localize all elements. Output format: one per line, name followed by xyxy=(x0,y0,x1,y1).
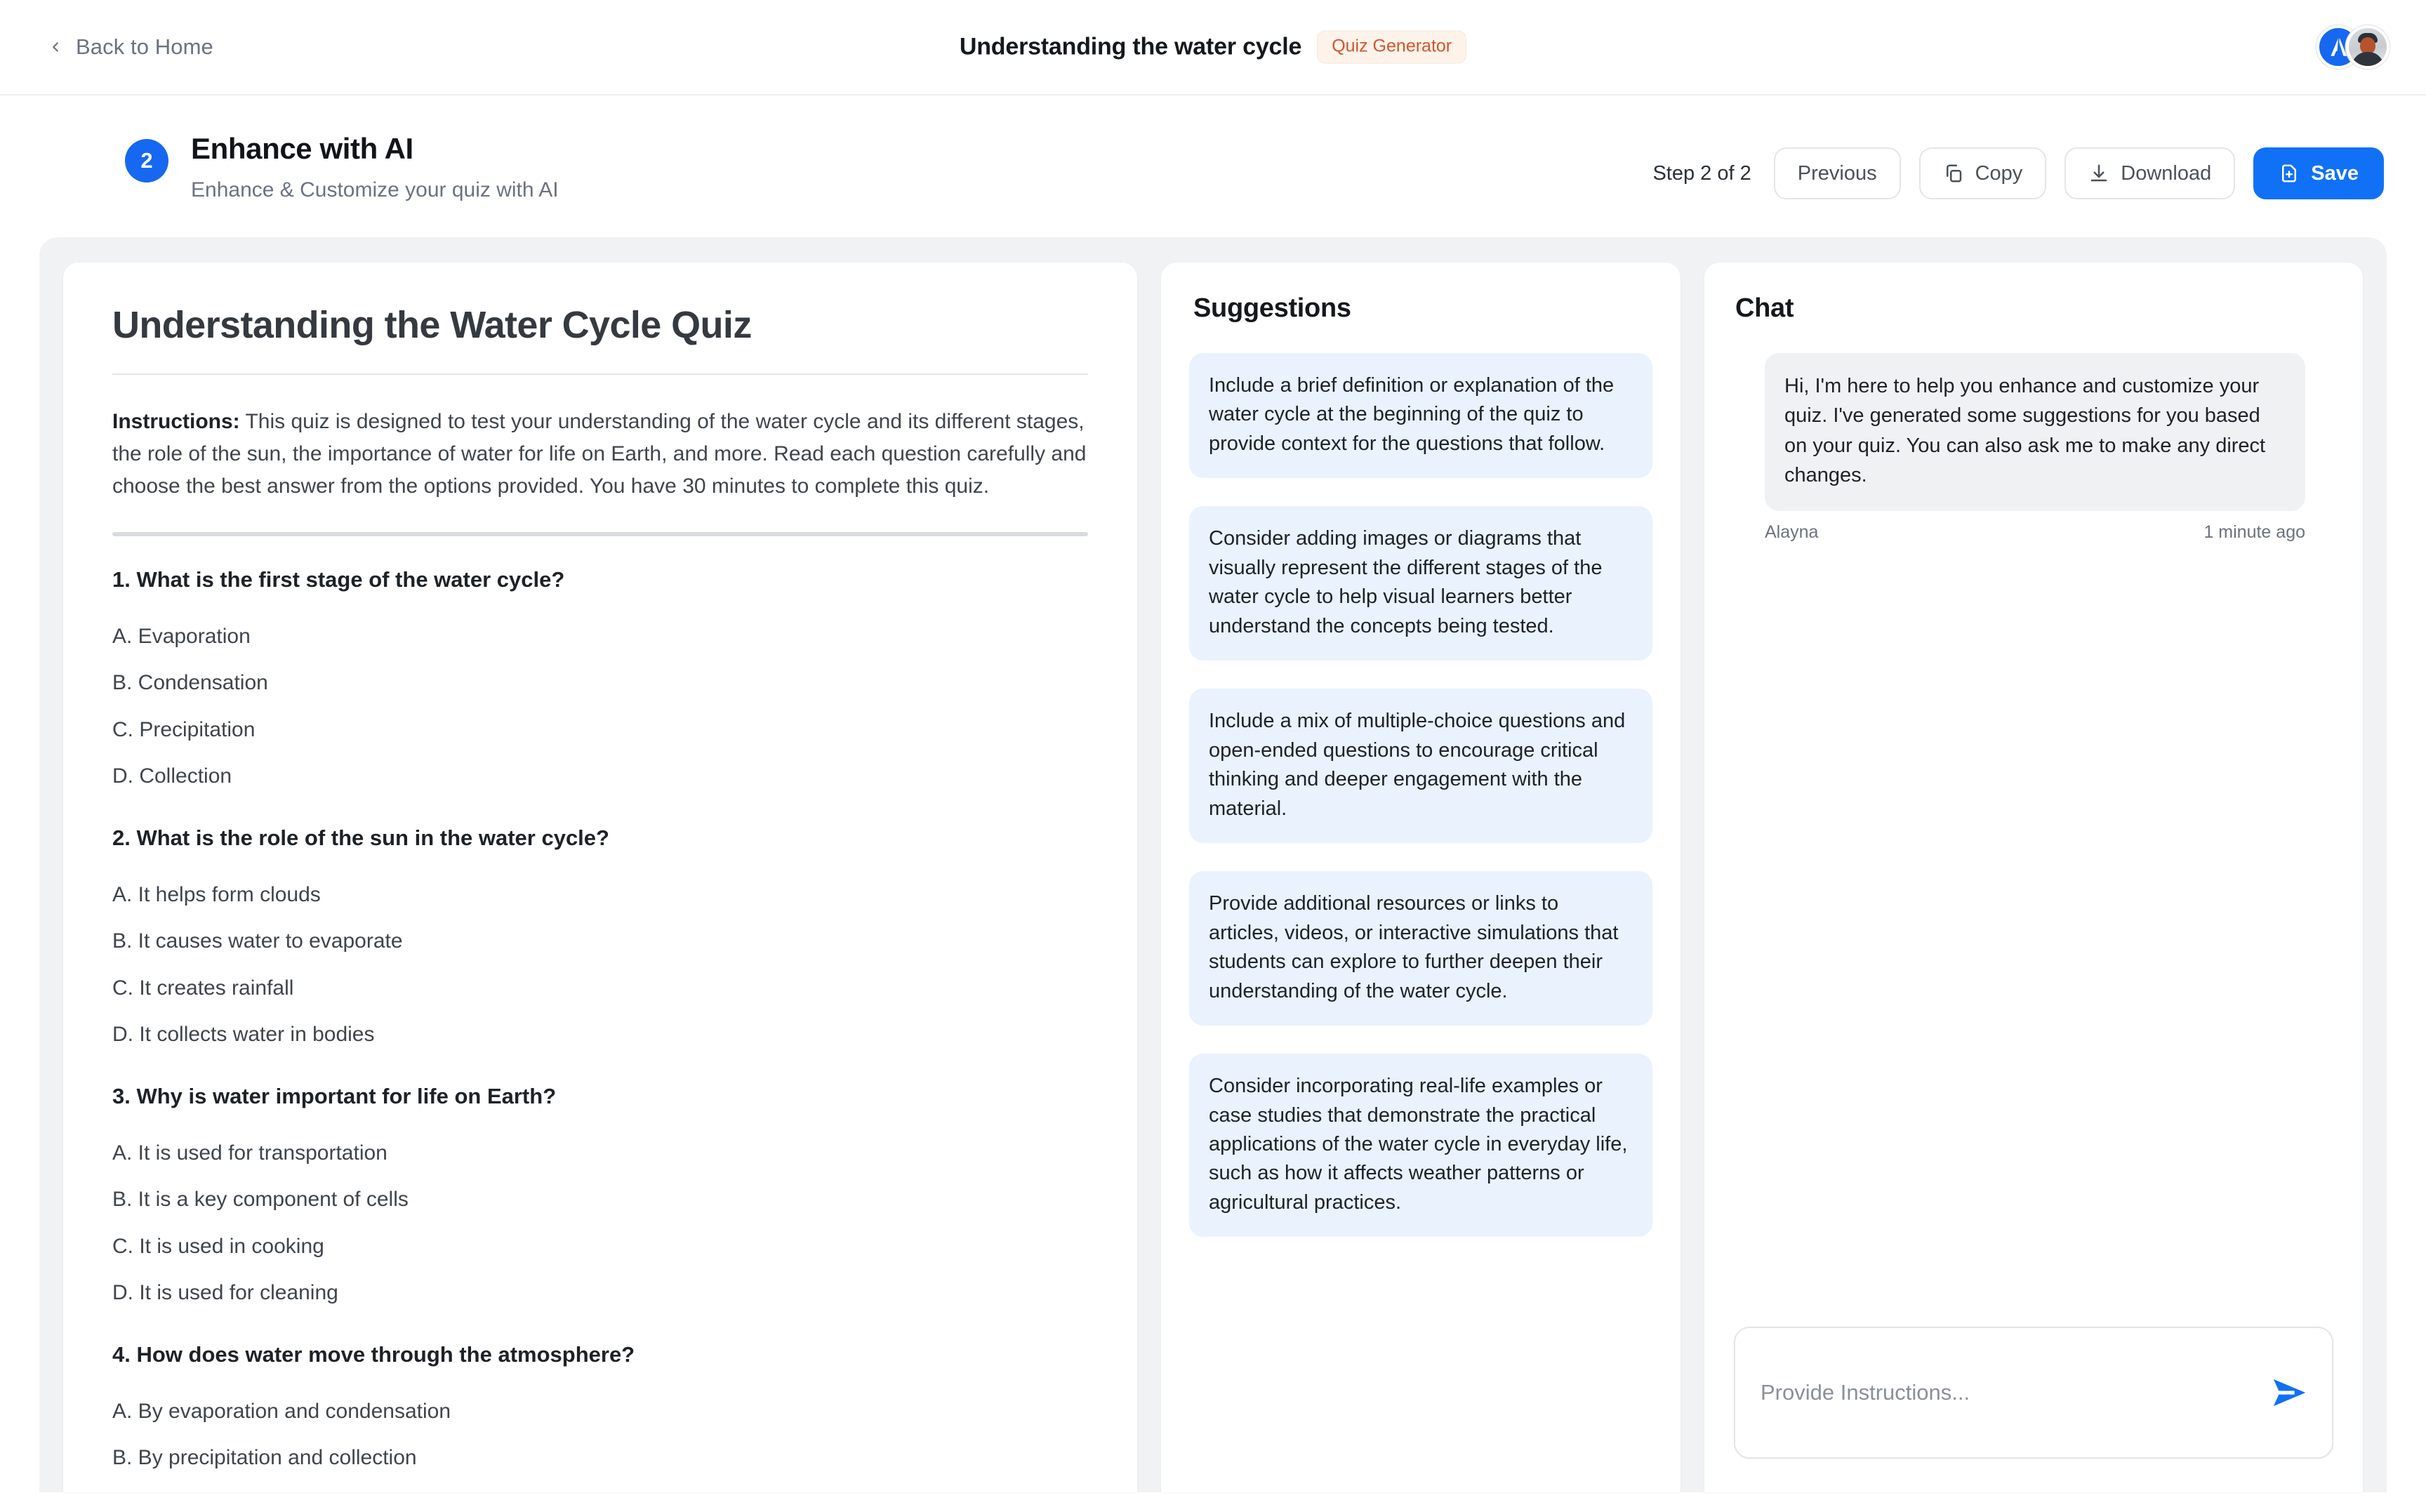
step-text-block: Enhance with AI Enhance & Customize your… xyxy=(191,132,559,202)
file-plus-icon xyxy=(2279,163,2300,184)
question-block: 4. How does water move through the atmos… xyxy=(112,1342,1088,1475)
previous-button-label: Previous xyxy=(1797,161,1877,185)
question-option: B. It causes water to evaporate xyxy=(112,929,403,953)
chat-author: Alayna xyxy=(1765,522,1819,543)
question-option: C. Precipitation xyxy=(112,717,256,741)
chat-message-bubble: Hi, I'm here to help you enhance and cus… xyxy=(1765,353,2305,512)
back-to-home-link[interactable]: Back to Home xyxy=(48,34,213,60)
avatar[interactable] xyxy=(2346,25,2389,69)
send-arrow-icon xyxy=(2267,1379,2311,1414)
question-option: A. It is used for transportation xyxy=(112,1141,387,1165)
step-subtitle: Enhance & Customize your quiz with AI xyxy=(191,178,559,202)
avatar-body xyxy=(2352,52,2384,66)
copy-icon xyxy=(1943,163,1964,184)
question-option: D. It collects water in bodies xyxy=(112,1023,375,1047)
top-bar: Back to Home Understanding the water cyc… xyxy=(0,0,2426,95)
send-button[interactable] xyxy=(2267,1373,2311,1412)
question-option: B. It is a key component of cells xyxy=(112,1188,409,1212)
chat-message-text: Hi, I'm here to help you enhance and cus… xyxy=(1784,375,2266,486)
question-option: C. It is used in cooking xyxy=(112,1234,324,1258)
suggestion-card[interactable]: Consider adding images or diagrams that … xyxy=(1189,506,1652,661)
question-prompt: 1. What is the first stage of the water … xyxy=(112,566,565,592)
download-icon xyxy=(2088,163,2109,184)
quiz-document-panel: Understanding the Water Cycle Quiz Instr… xyxy=(63,263,1137,1492)
download-button-label: Download xyxy=(2121,161,2212,185)
question-prompt: 2. What is the role of the sun in the wa… xyxy=(112,825,609,850)
suggestion-card[interactable]: Include a brief definition or explanatio… xyxy=(1189,353,1652,479)
question-option: A. It helps form clouds xyxy=(112,882,321,906)
toolbar: Step 2 of 2 Previous Copy Download Save xyxy=(1652,147,2384,199)
chat-timestamp: 1 minute ago xyxy=(2203,522,2305,543)
question-option: A. Evaporation xyxy=(112,624,251,648)
workspace: Understanding the Water Cycle Quiz Instr… xyxy=(39,237,2387,1492)
question-block: 2. What is the role of the sun in the wa… xyxy=(112,825,1088,1052)
chat-heading: Chat xyxy=(1735,293,1794,323)
instructions-text: This quiz is designed to test your under… xyxy=(112,410,1087,498)
avatar-group[interactable] xyxy=(2316,25,2389,69)
suggestion-card[interactable]: Consider incorporating real-life example… xyxy=(1189,1054,1652,1238)
question-option: B. By precipitation and collection xyxy=(112,1446,417,1470)
copy-button[interactable]: Copy xyxy=(1918,147,2047,199)
step-header: 2 Enhance with AI Enhance & Customize yo… xyxy=(0,95,2426,237)
suggestion-text: Include a mix of multiple-choice questio… xyxy=(1209,710,1626,820)
question-option: C. It creates rainfall xyxy=(112,976,294,1000)
suggestion-card[interactable]: Provide additional resources or links to… xyxy=(1189,871,1652,1026)
quiz-instructions: Instructions: This quiz is designed to t… xyxy=(112,406,1088,503)
question-block: 3. Why is water important for life on Ea… xyxy=(112,1084,1088,1310)
previous-button[interactable]: Previous xyxy=(1773,147,1901,199)
step-title: Enhance with AI xyxy=(191,132,413,165)
question-prompt: 3. Why is water important for life on Ea… xyxy=(112,1083,557,1108)
suggestions-heading: Suggestions xyxy=(1193,293,1351,323)
suggestion-card[interactable]: Include a mix of multiple-choice questio… xyxy=(1189,689,1652,844)
suggestion-text: Consider incorporating real-life example… xyxy=(1209,1075,1628,1214)
question-option: A. By evaporation and condensation xyxy=(112,1399,451,1423)
chat-message-meta: Alayna 1 minute ago xyxy=(1765,522,2305,543)
chevron-left-icon xyxy=(48,39,63,55)
chat-input-wrapper[interactable] xyxy=(1734,1327,2333,1459)
question-option: D. Collection xyxy=(112,764,232,788)
chat-input[interactable] xyxy=(1735,1328,2332,1457)
copy-button-label: Copy xyxy=(1975,161,2023,185)
step-counter: Step 2 of 2 xyxy=(1652,161,1751,185)
section-divider xyxy=(112,531,1088,536)
step-number-badge: 2 xyxy=(125,139,168,183)
instructions-label: Instructions: xyxy=(112,410,240,433)
suggestion-text: Provide additional resources or links to… xyxy=(1209,892,1619,1002)
suggestions-panel: Suggestions Include a brief definition o… xyxy=(1161,263,1681,1492)
question-prompt: 4. How does water move through the atmos… xyxy=(112,1341,635,1367)
chat-scroll-spacer xyxy=(1731,543,2336,1327)
chat-panel: Chat Hi, I'm here to help you enhance an… xyxy=(1704,263,2363,1492)
save-button-label: Save xyxy=(2311,161,2359,185)
page-title: Understanding the water cycle xyxy=(959,33,1302,60)
question-option: D. It is used for cleaning xyxy=(112,1281,338,1305)
suggestion-text: Include a brief definition or explanatio… xyxy=(1209,374,1615,455)
save-button[interactable]: Save xyxy=(2253,147,2384,199)
suggestion-text: Consider adding images or diagrams that … xyxy=(1209,527,1603,637)
document-title-group: Understanding the water cycle Quiz Gener… xyxy=(959,30,1467,64)
question-block: 1. What is the first stage of the water … xyxy=(112,567,1088,793)
back-to-home-label: Back to Home xyxy=(76,34,213,59)
question-option: B. Condensation xyxy=(112,671,268,695)
quiz-title: Understanding the Water Cycle Quiz xyxy=(112,303,1088,375)
status-badge: Quiz Generator xyxy=(1317,30,1467,64)
download-button[interactable]: Download xyxy=(2064,147,2236,199)
